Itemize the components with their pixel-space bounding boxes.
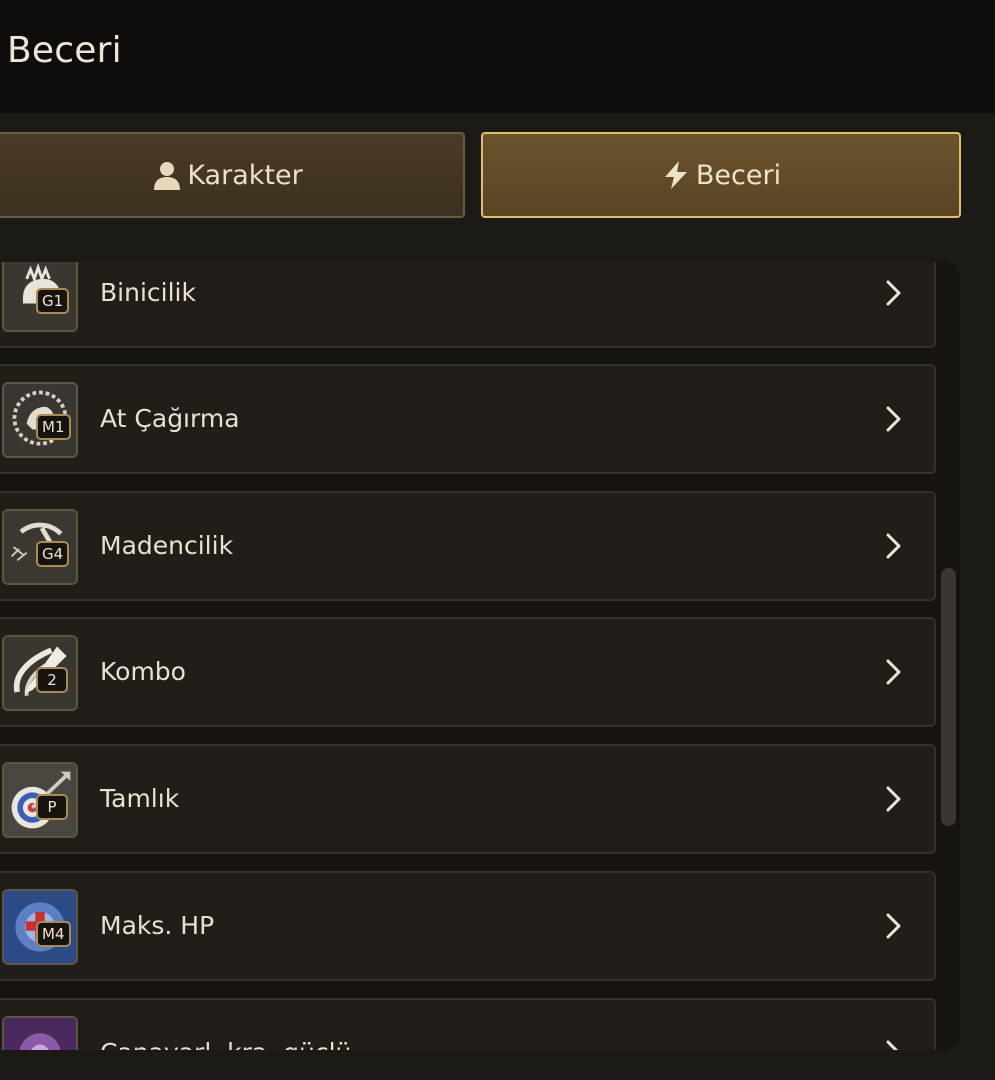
- skill-name: Madencilik: [100, 531, 234, 560]
- skill-badge: M1: [36, 414, 71, 440]
- list-item[interactable]: M1 At Çağırma: [0, 364, 936, 474]
- chevron-right-icon: [884, 531, 904, 561]
- list-item[interactable]: G1 Binicilik: [0, 262, 936, 348]
- list-item[interactable]: P Tamlık: [0, 744, 936, 854]
- skills-screen: Beceri Karakter Beceri G1 Binicilik M1 A…: [0, 0, 995, 1080]
- top-header: Beceri: [0, 0, 995, 113]
- chevron-right-icon: [884, 911, 904, 941]
- skill-badge: M4: [36, 921, 71, 947]
- chevron-right-icon: [884, 1038, 904, 1050]
- skill-name: Tamlık: [100, 784, 180, 813]
- skill-badge: 2: [36, 667, 68, 693]
- chevron-right-icon: [884, 278, 904, 308]
- skill-badge: G4: [36, 541, 70, 567]
- list-item[interactable]: M4 Maks. HP: [0, 871, 936, 981]
- skill-name: Binicilik: [100, 278, 196, 307]
- skill-name: At Çağırma: [100, 404, 240, 433]
- tab-karakter[interactable]: Karakter: [0, 132, 465, 218]
- skill-badge: P: [36, 794, 68, 820]
- page-title: Beceri: [7, 30, 122, 71]
- chevron-right-icon: [884, 657, 904, 687]
- skill-badge: G1: [36, 288, 70, 314]
- list-item[interactable]: Canavarl. kra. güclü: [0, 998, 936, 1050]
- user-icon: [152, 160, 182, 190]
- skill-list[interactable]: G1 Binicilik M1 At Çağırma G4 Madencilik…: [0, 262, 960, 1050]
- skill-name: Maks. HP: [100, 911, 215, 940]
- lightning-icon: [661, 160, 691, 190]
- tab-beceri[interactable]: Beceri: [481, 132, 961, 218]
- tab-beceri-label: Beceri: [695, 159, 782, 191]
- list-item[interactable]: 2 Kombo: [0, 617, 936, 727]
- scrollbar-thumb[interactable]: [941, 568, 956, 826]
- chevron-right-icon: [884, 404, 904, 434]
- tab-karakter-label: Karakter: [187, 159, 303, 191]
- list-item[interactable]: G4 Madencilik: [0, 491, 936, 601]
- skill-name: Kombo: [100, 657, 186, 686]
- monster-power-icon: [2, 1016, 78, 1050]
- skill-name: Canavarl. kra. güclü: [100, 1038, 351, 1050]
- chevron-right-icon: [884, 784, 904, 814]
